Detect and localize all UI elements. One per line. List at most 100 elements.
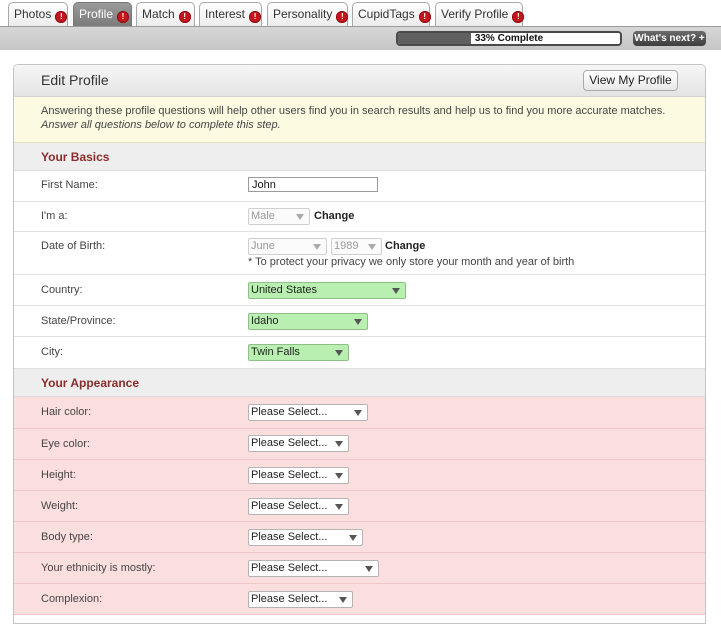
tab-label: Match bbox=[142, 7, 175, 21]
body-type-label: Body type: bbox=[41, 531, 93, 543]
chevron-down-icon bbox=[368, 244, 376, 250]
tab-match[interactable]: Match! bbox=[136, 2, 195, 26]
hair-color-select[interactable]: Please Select... bbox=[248, 404, 368, 421]
chevron-down-icon bbox=[365, 566, 373, 572]
tab-label: Personality bbox=[273, 7, 333, 21]
ethnicity-label: Your ethnicity is mostly: bbox=[41, 562, 156, 574]
tab-cupidtags[interactable]: CupidTags! bbox=[352, 2, 431, 26]
country-label: Country: bbox=[41, 284, 83, 296]
chevron-down-icon bbox=[335, 473, 343, 479]
edit-profile-panel: Edit Profile View My Profile Answering t… bbox=[13, 64, 706, 624]
complexion-select[interactable]: Please Select... bbox=[248, 591, 353, 608]
country-row: Country: United States bbox=[14, 275, 705, 306]
dob-privacy-note: * To protect your privacy we only store … bbox=[248, 256, 575, 268]
chevron-down-icon bbox=[313, 244, 321, 250]
ethnicity-row: Your ethnicity is mostly: Please Select.… bbox=[14, 553, 705, 584]
change-gender-link[interactable]: Change bbox=[314, 210, 354, 222]
city-label: City: bbox=[41, 346, 63, 358]
chevron-down-icon bbox=[296, 214, 304, 220]
complexion-value: Please Select... bbox=[251, 593, 328, 605]
eye-color-select[interactable]: Please Select... bbox=[248, 435, 349, 452]
chevron-down-icon bbox=[392, 288, 400, 294]
change-dob-link[interactable]: Change bbox=[385, 240, 425, 252]
height-label: Height: bbox=[41, 469, 76, 481]
tab-label: Photos bbox=[14, 7, 52, 21]
body-type-row: Body type: Please Select... bbox=[14, 522, 705, 553]
chevron-down-icon bbox=[335, 350, 343, 356]
dob-month-value: June bbox=[251, 240, 275, 252]
tab-label: CupidTags bbox=[358, 7, 415, 21]
section-heading-appearance: Your Appearance bbox=[14, 369, 705, 397]
dob-year-select: 1989 bbox=[331, 238, 382, 255]
alert-icon: ! bbox=[512, 11, 525, 23]
weight-row: Weight: Please Select... bbox=[14, 491, 705, 522]
city-value: Twin Falls bbox=[251, 346, 300, 358]
alert-icon: ! bbox=[178, 11, 191, 23]
first-name-input[interactable] bbox=[248, 177, 378, 192]
country-select[interactable]: United States bbox=[248, 282, 406, 299]
height-row: Height: Please Select... bbox=[14, 460, 705, 491]
weight-value: Please Select... bbox=[251, 500, 328, 512]
body-type-select[interactable]: Please Select... bbox=[248, 529, 363, 546]
city-select[interactable]: Twin Falls bbox=[248, 344, 349, 361]
ethnicity-select[interactable]: Please Select... bbox=[248, 560, 379, 577]
country-value: United States bbox=[251, 284, 318, 296]
alert-icon: ! bbox=[249, 11, 262, 23]
whats-next-button[interactable]: What's next? + bbox=[633, 31, 706, 46]
dob-row: Date of Birth: June 1989 Change * To pro… bbox=[14, 232, 705, 275]
hair-color-label: Hair color: bbox=[41, 406, 92, 418]
dob-label: Date of Birth: bbox=[41, 240, 106, 252]
tab-personality[interactable]: Personality! bbox=[267, 2, 349, 26]
page-title: Edit Profile bbox=[41, 72, 109, 88]
chevron-down-icon bbox=[335, 504, 343, 510]
dob-month-select: June bbox=[248, 238, 327, 255]
state-row: State/Province: Idaho bbox=[14, 306, 705, 337]
gender-label: I'm a: bbox=[41, 210, 68, 222]
alert-icon: ! bbox=[117, 11, 130, 23]
eye-color-value: Please Select... bbox=[251, 437, 328, 449]
body-type-value: Please Select... bbox=[251, 531, 328, 543]
hair-color-row: Hair color: Please Select... bbox=[14, 397, 705, 429]
tab-interest[interactable]: Interest! bbox=[199, 2, 262, 26]
alert-icon: ! bbox=[418, 11, 431, 23]
gender-select: Male bbox=[248, 208, 310, 225]
tab-label: Interest bbox=[205, 7, 246, 21]
panel-header: Edit Profile View My Profile bbox=[14, 65, 705, 97]
progress-strip: 33% Complete What's next? + bbox=[0, 26, 721, 50]
gender-value: Male bbox=[251, 210, 275, 222]
progress-text: 33% Complete bbox=[474, 33, 544, 44]
complexion-label: Complexion: bbox=[41, 593, 103, 605]
chevron-down-icon bbox=[354, 410, 362, 416]
first-name-label: First Name: bbox=[41, 179, 98, 191]
tab-photos[interactable]: Photos! bbox=[8, 2, 68, 26]
state-label: State/Province: bbox=[41, 315, 116, 327]
tab-profile[interactable]: Profile! bbox=[73, 2, 132, 26]
first-name-row: First Name: bbox=[14, 171, 705, 202]
height-select[interactable]: Please Select... bbox=[248, 467, 349, 484]
chevron-down-icon bbox=[335, 441, 343, 447]
city-row: City: Twin Falls bbox=[14, 337, 705, 369]
tab-verify-profile[interactable]: Verify Profile! bbox=[435, 2, 525, 26]
height-value: Please Select... bbox=[251, 469, 328, 481]
chevron-down-icon bbox=[354, 319, 362, 325]
info-text: Answering these profile questions will h… bbox=[41, 105, 666, 117]
weight-select[interactable]: Please Select... bbox=[248, 498, 349, 515]
chevron-down-icon bbox=[349, 535, 357, 541]
complexion-row: Complexion: Please Select... bbox=[14, 584, 705, 615]
weight-label: Weight: bbox=[41, 500, 79, 512]
info-message: Answering these profile questions will h… bbox=[14, 97, 705, 143]
alert-icon: ! bbox=[55, 11, 68, 23]
profile-progress-bar: 33% Complete bbox=[396, 31, 622, 46]
hair-color-value: Please Select... bbox=[251, 406, 328, 418]
dob-year-value: 1989 bbox=[334, 240, 359, 252]
state-select[interactable]: Idaho bbox=[248, 313, 368, 330]
state-value: Idaho bbox=[251, 315, 279, 327]
tab-label: Profile bbox=[79, 7, 114, 21]
ethnicity-value: Please Select... bbox=[251, 562, 328, 574]
view-my-profile-button[interactable]: View My Profile bbox=[583, 70, 678, 91]
eye-color-label: Eye color: bbox=[41, 438, 90, 450]
eye-color-row: Eye color: Please Select... bbox=[14, 429, 705, 460]
profile-tabs: Photos! Profile! Match! Interest! Person… bbox=[0, 0, 721, 26]
chevron-down-icon bbox=[339, 597, 347, 603]
gender-row: I'm a: Male Change bbox=[14, 202, 705, 232]
